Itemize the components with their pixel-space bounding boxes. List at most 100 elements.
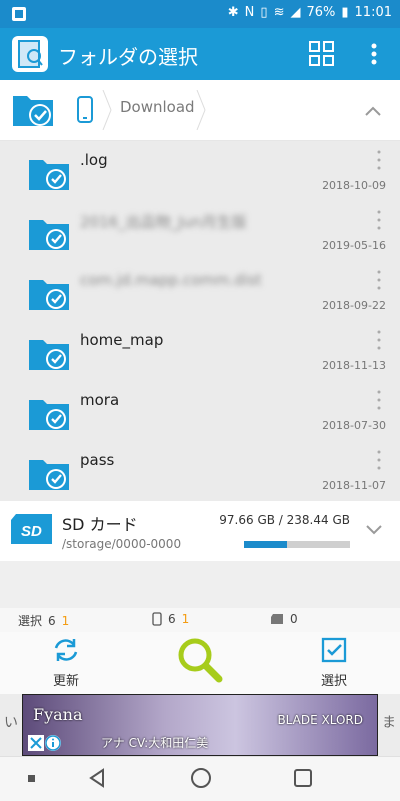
more-vert-icon[interactable] [376,329,382,351]
folder-date: 2018-11-07 [322,479,386,492]
folder-check-icon [29,280,69,310]
folder-list: .log 2018-10-09 2016_出品物_Jun月生版 2019-05-… [0,141,400,502]
more-vert-icon[interactable] [376,209,382,231]
more-vert-icon[interactable] [376,269,382,291]
notification-icon [10,5,28,23]
breadcrumb-current[interactable]: Download [120,98,195,116]
page-title: フォルダの選択 [58,45,198,69]
list-item[interactable]: pass 2018-11-07 [0,441,400,502]
wifi-icon: ≋ [273,5,285,20]
folder-name: mora [80,391,120,409]
selection-counts: 選択 6 1 6 1 0 [0,608,400,632]
storage-usage-fill [244,541,288,548]
folder-check-icon [29,400,69,430]
folder-name: com.jd.mapp.comm.dist [80,271,262,289]
overview-icon[interactable] [292,767,314,789]
list-item[interactable]: mora 2018-07-30 [0,381,400,442]
selected-extra-value: 1 [61,613,70,628]
empty-area [0,561,400,608]
sd-count: 0 [270,612,298,626]
signal-icon: ◢ [290,5,301,20]
sd-card-title: SD カード [62,515,138,534]
refresh-icon [54,639,78,661]
system-nav-bar [0,756,400,801]
refresh-label: 更新 [52,674,79,689]
recent-apps-small-icon[interactable] [22,767,44,789]
home-icon[interactable] [190,767,212,789]
svg-text:SD: SD [21,523,42,540]
refresh-button[interactable]: 更新 [6,632,126,694]
folder-name: pass [80,451,115,469]
list-item[interactable]: com.jd.mapp.comm.dist 2018-09-22 [0,261,400,322]
breadcrumb-separator-icon [196,89,206,131]
folder-check-icon [29,340,69,370]
grid-icon [309,41,334,66]
more-vert-icon[interactable] [376,449,382,471]
folder-check-icon [29,460,69,490]
select-button[interactable]: 選択 [274,632,394,694]
ad-logo: BLADE XLORD [277,713,363,727]
list-item[interactable]: home_map 2018-11-13 [0,321,400,382]
folder-check-icon [29,220,69,250]
ad-side-text-right: ま [382,715,396,731]
device-extra-value: 1 [181,612,190,626]
folder-date: 2019-05-16 [322,239,386,252]
list-item[interactable]: 2016_出品物_Jun月生版 2019-05-16 [0,201,400,262]
status-icons: ✱ N ▯ ≋ ◢ 76% ▮ 11:01 [228,5,392,20]
collapse-chevron-icon[interactable] [364,102,382,116]
battery-percent: 76% [306,5,336,20]
selected-count: 選択 6 1 [18,612,69,629]
folder-check-icon [29,160,69,190]
folder-name: home_map [80,331,164,349]
grid-view-button[interactable] [306,38,338,70]
vibrate-icon: ▯ [260,5,268,20]
sd-card-item[interactable]: SD SD カード /storage/0000-0000 97.66 GB / … [0,501,400,562]
path-bar: Download [0,80,400,141]
sd-card-icon: SD [10,513,54,545]
back-icon[interactable] [86,767,108,789]
ad-banner[interactable]: Fyana アナ CV:大和田仁美 BLADE XLORD [22,694,378,756]
phone-storage-icon[interactable] [76,96,94,124]
ad-subtitle: アナ CV:大和田仁美 [101,736,209,750]
overflow-menu-button[interactable] [358,38,390,70]
more-vert-icon[interactable] [376,389,382,411]
action-bar: 更新 選択 [0,632,400,694]
app-bar: フォルダの選択 [0,28,400,80]
folder-date: 2018-07-30 [322,419,386,432]
select-label: 選択 [320,674,347,689]
folder-check-icon[interactable] [12,90,54,128]
folder-name: .log [80,151,108,169]
search-button[interactable] [176,636,224,684]
status-bar: ✱ N ▯ ≋ ◢ 76% ▮ 11:01 [0,0,400,28]
sd-card-path: /storage/0000-0000 [62,537,182,551]
clock: 11:01 [354,5,392,20]
ad-brand: Fyana [33,705,83,724]
battery-icon: ▮ [341,5,349,20]
ad-close-icon[interactable] [28,735,44,751]
ad-info-icon[interactable] [45,735,61,751]
breadcrumb-separator-icon [102,89,112,131]
folder-name: 2016_出品物_Jun月生版 [80,213,247,231]
more-vert-icon[interactable] [376,149,382,171]
search-icon [178,638,223,683]
selected-count-value: 6 [48,613,56,628]
expand-chevron-icon[interactable] [366,525,382,535]
bluetooth-icon: ✱ [227,5,239,20]
device-count-value: 6 [168,612,176,626]
folder-date: 2018-09-22 [322,299,386,312]
ad-side-text-left: い [4,715,18,731]
more-vert-icon [371,43,377,65]
folder-date: 2018-11-13 [322,359,386,372]
list-item[interactable]: .log 2018-10-09 [0,141,400,202]
phone-icon [152,612,162,626]
sd-small-icon [271,614,283,624]
nfc-icon: N [244,5,255,20]
selected-label: 選択 [18,614,43,628]
device-count: 6 1 [152,612,189,626]
app-logo-icon [12,36,48,72]
sd-count-value: 0 [290,612,298,626]
folder-date: 2018-10-09 [322,179,386,192]
sd-card-size: 97.66 GB / 238.44 GB [219,513,350,527]
checkbox-icon [321,637,347,663]
ad-banner-area: い ま Fyana アナ CV:大和田仁美 BLADE XLORD [0,694,400,756]
